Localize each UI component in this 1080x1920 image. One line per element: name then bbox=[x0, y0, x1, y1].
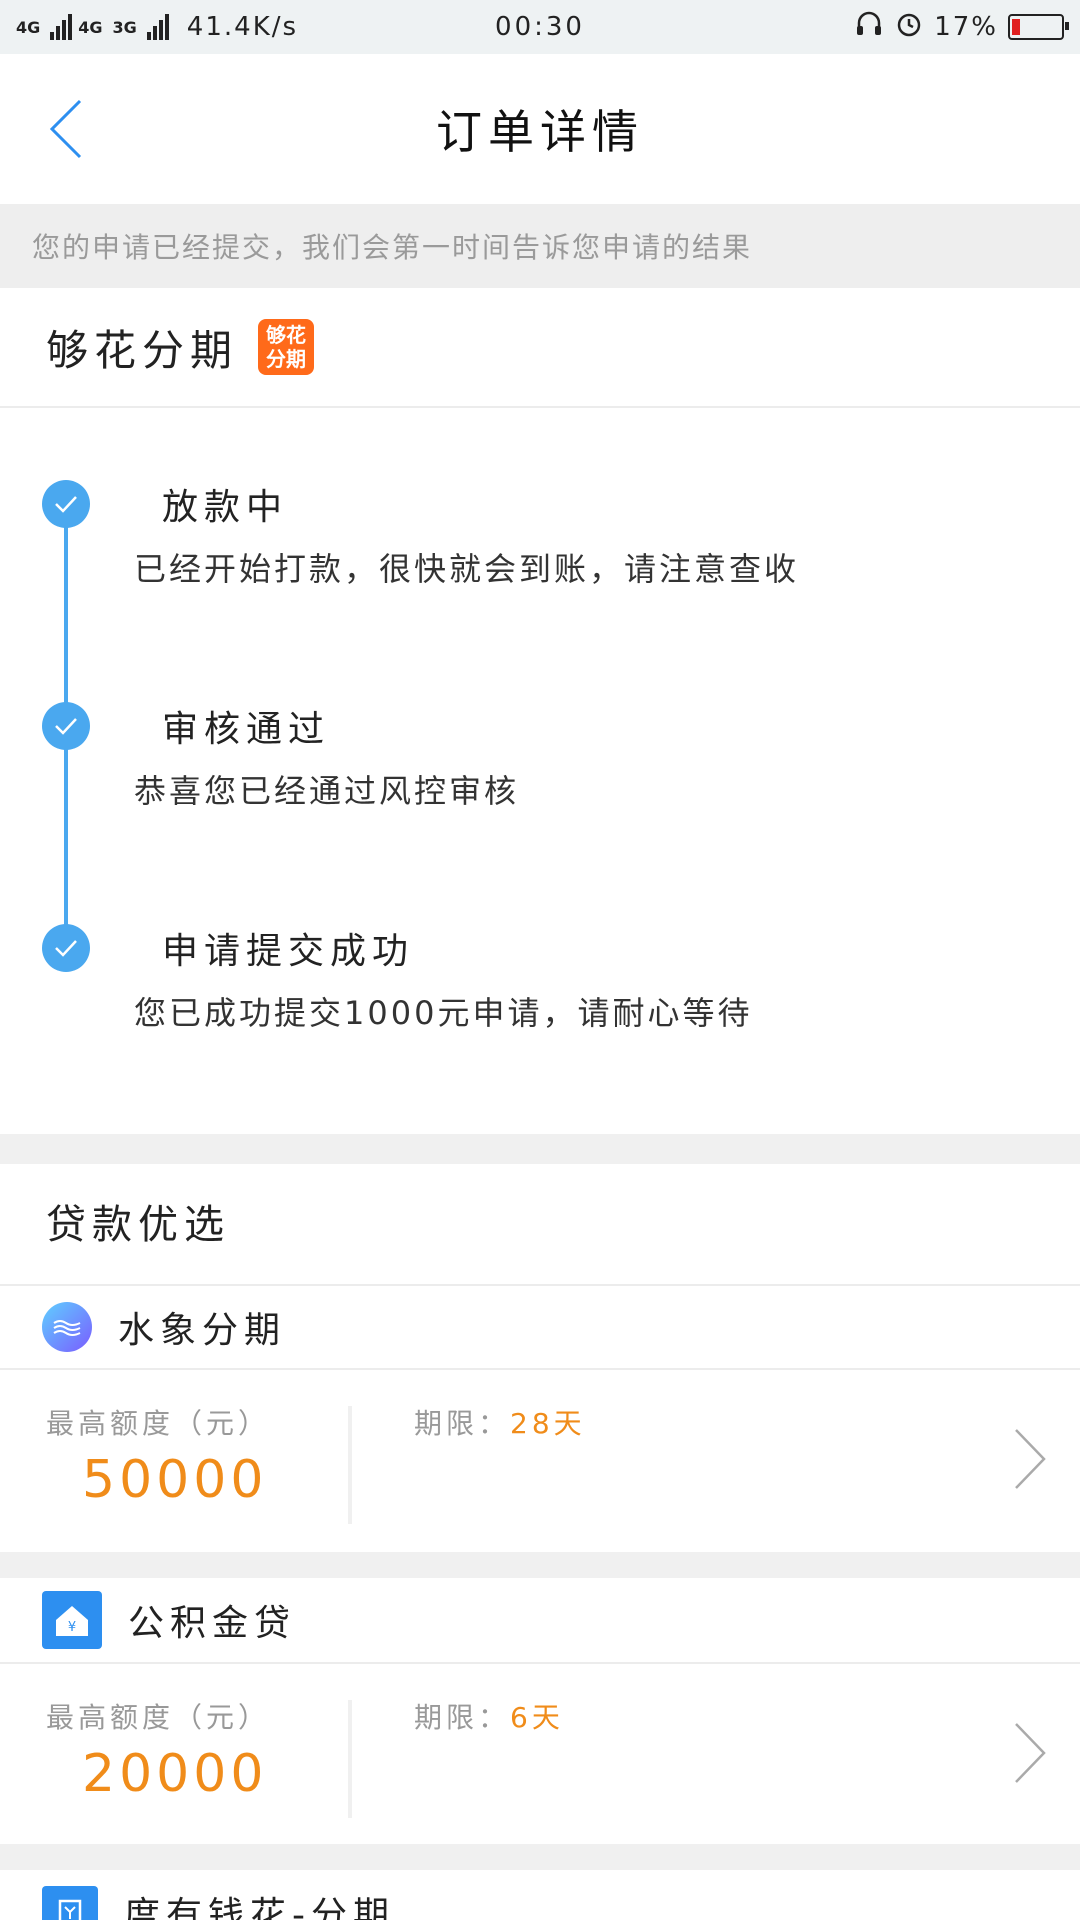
section-separator bbox=[0, 1134, 1080, 1164]
step-title: 放款中 bbox=[162, 487, 289, 528]
network-label-3g: 3G bbox=[112, 17, 137, 37]
loan-name: 公积金贷 bbox=[128, 1603, 297, 1644]
limit-value: 20000 bbox=[82, 1744, 268, 1804]
provider-name: 够花分期 bbox=[46, 325, 239, 375]
vertical-divider bbox=[348, 1700, 352, 1818]
chevron-right-icon[interactable] bbox=[1010, 1424, 1050, 1494]
check-icon bbox=[42, 702, 90, 750]
battery-fill bbox=[1012, 19, 1020, 35]
headset-icon bbox=[854, 9, 884, 46]
provider-logo: 够花分期 bbox=[258, 319, 315, 375]
loan-card-header: 水象分期 bbox=[0, 1284, 1080, 1370]
limit-label: 最高额度（元） bbox=[46, 1701, 271, 1734]
check-icon bbox=[42, 480, 90, 528]
house-yuan-icon: ¥ bbox=[42, 1591, 102, 1649]
status-timeline: 放款中 已经开始打款，很快就会到账，请注意查收 审核通过 恭喜您已经通过风控审核… bbox=[0, 410, 1080, 1130]
network-speed: 41.4K/s bbox=[186, 12, 299, 42]
order-detail-page: 4G 4G 3G 41.4K/s 00:30 17% 订单详情 您的申请已经提交… bbox=[0, 0, 1080, 1920]
status-right: 17% bbox=[838, 9, 1080, 46]
loan-card[interactable]: 度有钱花-分期 bbox=[0, 1870, 1080, 1920]
loan-card[interactable]: 水象分期 最高额度（元） 50000 期限：28天 bbox=[0, 1284, 1080, 1550]
svg-text:¥: ¥ bbox=[68, 1620, 76, 1635]
loan-name: 度有钱花-分期 bbox=[124, 1895, 395, 1920]
step-desc: 您已成功提交1000元申请，请耐心等待 bbox=[134, 994, 753, 1032]
chevron-left-icon bbox=[49, 99, 82, 159]
chevron-right-icon[interactable] bbox=[1010, 1718, 1050, 1788]
signal-icon bbox=[50, 14, 73, 40]
battery-percent: 17% bbox=[934, 12, 998, 42]
step-title: 申请提交成功 bbox=[162, 931, 415, 972]
loan-card-header: 度有钱花-分期 bbox=[42, 1886, 395, 1920]
term-label: 期限： bbox=[414, 1407, 511, 1440]
term-value: 28天 bbox=[510, 1407, 586, 1440]
water-wave-icon bbox=[42, 1302, 92, 1352]
limit-label: 最高额度（元） bbox=[46, 1407, 271, 1440]
term-label: 期限： bbox=[414, 1701, 511, 1734]
alarm-icon bbox=[894, 9, 924, 46]
check-icon bbox=[42, 924, 90, 972]
network-label-4g: 4G bbox=[16, 17, 41, 37]
loan-name: 水象分期 bbox=[118, 1310, 287, 1351]
step-desc: 已经开始打款，很快就会到账，请注意查收 bbox=[134, 550, 800, 588]
step-desc: 恭喜您已经通过风控审核 bbox=[134, 772, 520, 810]
vertical-divider bbox=[348, 1406, 352, 1524]
term-value: 6天 bbox=[510, 1701, 564, 1734]
card-separator bbox=[0, 1844, 1080, 1870]
network-label-4g-2: 4G bbox=[78, 17, 103, 37]
page-title: 订单详情 bbox=[436, 105, 644, 159]
loan-card[interactable]: ¥ 公积金贷 最高额度（元） 20000 期限：6天 bbox=[0, 1578, 1080, 1844]
status-left: 4G 4G 3G 41.4K/s bbox=[0, 12, 314, 42]
notice-text: 您的申请已经提交，我们会第一时间告诉您申请的结果 bbox=[32, 231, 753, 264]
status-bar: 4G 4G 3G 41.4K/s 00:30 17% bbox=[0, 0, 1080, 54]
loan-card-body: 最高额度（元） 20000 期限：6天 bbox=[0, 1666, 1080, 1844]
term-info: 期限：28天 bbox=[414, 1402, 586, 1442]
loan-card-body: 最高额度（元） 50000 期限：28天 bbox=[0, 1372, 1080, 1550]
card-separator bbox=[0, 1552, 1080, 1578]
header: 订单详情 bbox=[0, 54, 1080, 204]
limit-value: 50000 bbox=[82, 1450, 268, 1510]
term-info: 期限：6天 bbox=[414, 1696, 564, 1736]
provider-logo-text: 够花分期 bbox=[266, 323, 307, 371]
section-title: 贷款优选 bbox=[46, 1202, 230, 1248]
back-button[interactable] bbox=[36, 94, 96, 164]
notice-banner: 您的申请已经提交，我们会第一时间告诉您申请的结果 bbox=[0, 204, 1080, 288]
signal-3g-icon bbox=[146, 14, 169, 40]
loan-card-header: ¥ 公积金贷 bbox=[0, 1578, 1080, 1664]
baidu-loan-icon bbox=[42, 1886, 98, 1920]
step-title: 审核通过 bbox=[162, 709, 331, 750]
battery-icon bbox=[1008, 14, 1069, 40]
provider-row: 够花分期 够花分期 bbox=[0, 288, 1080, 408]
